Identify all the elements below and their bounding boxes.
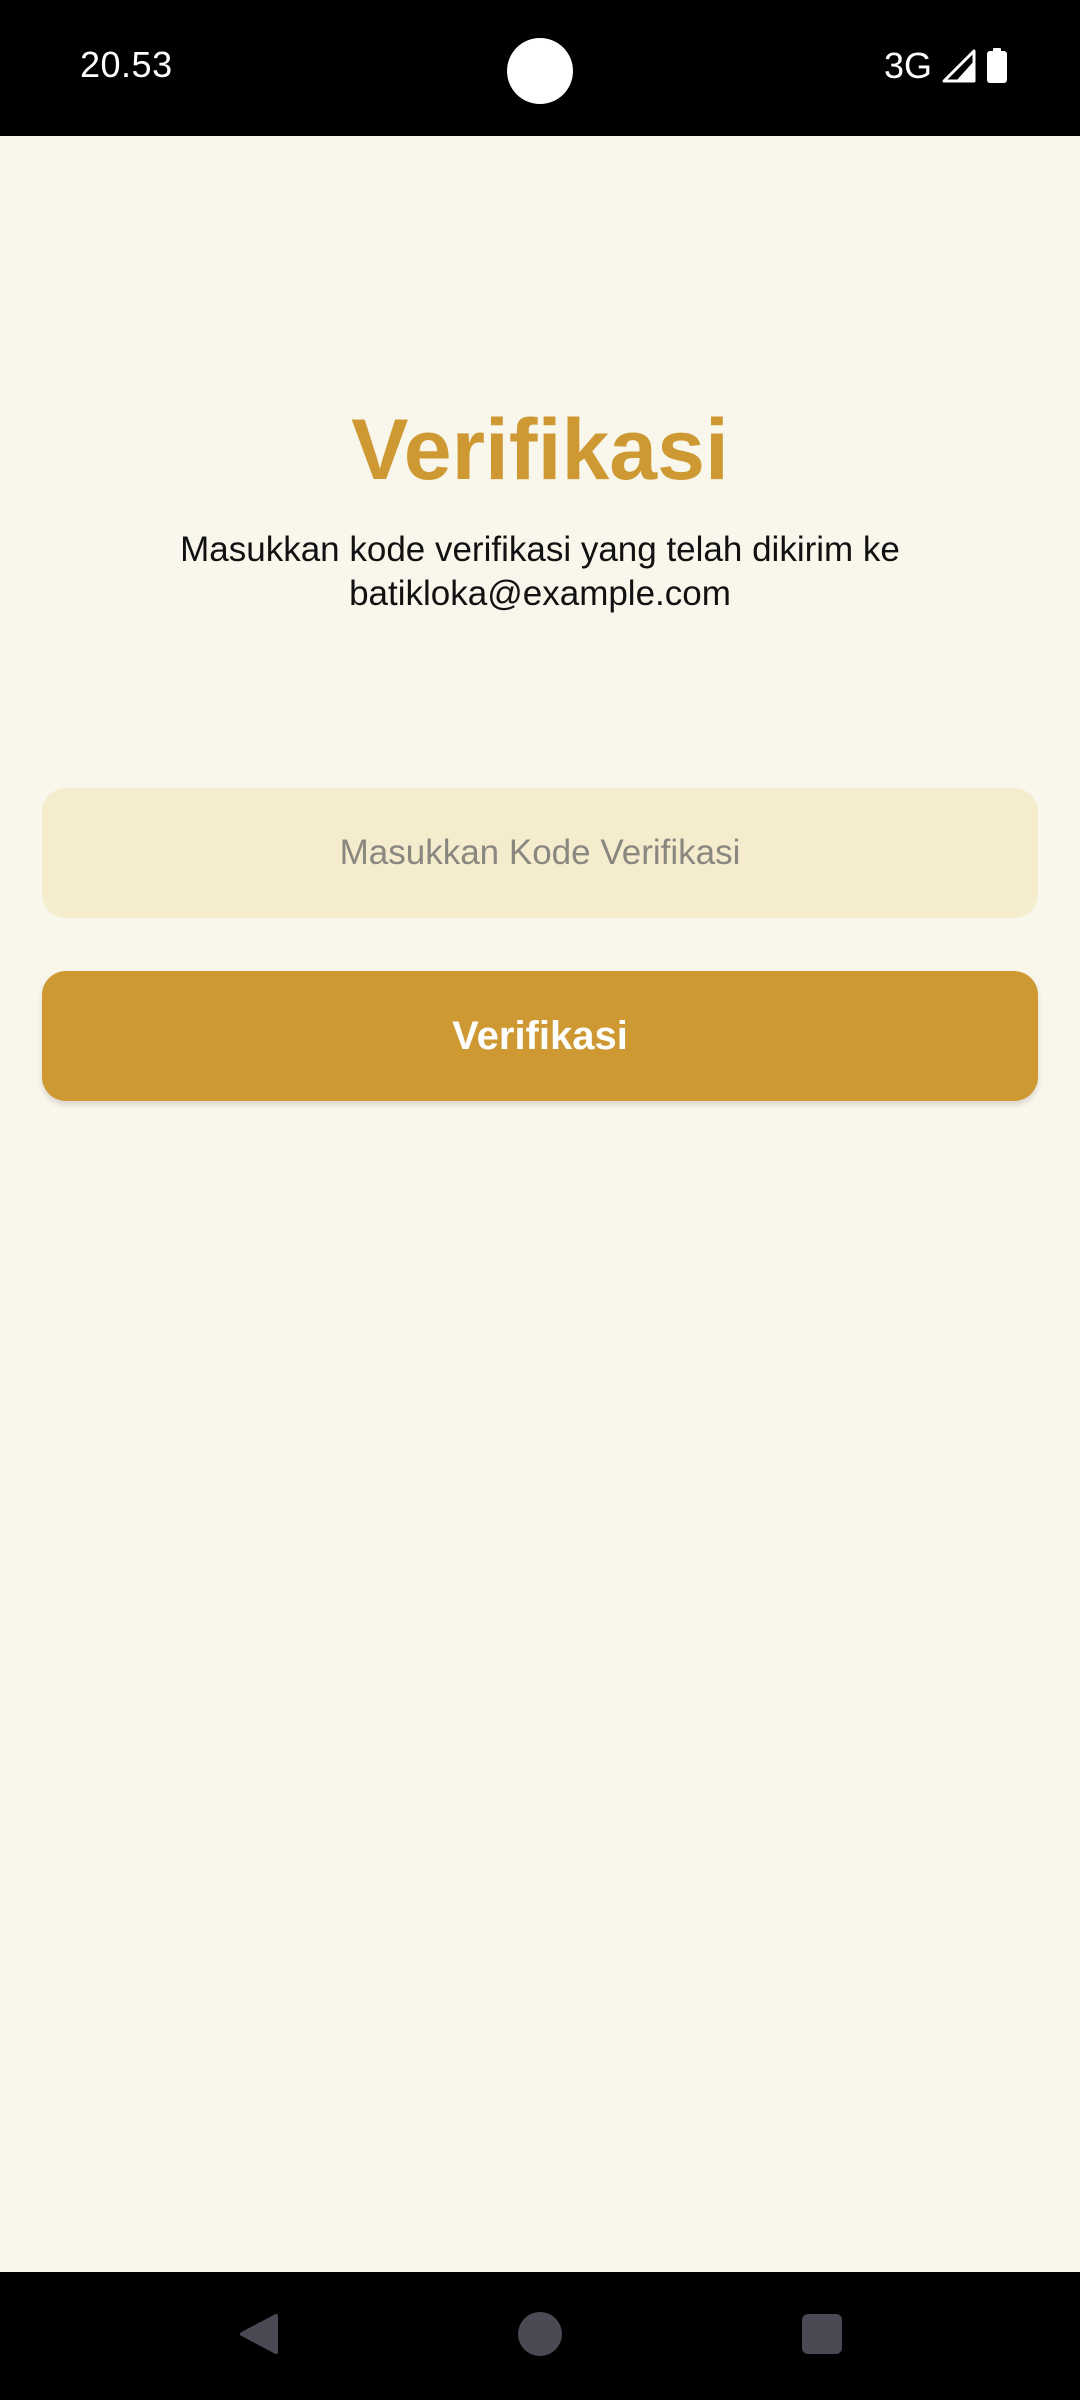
page-title: Verifikasi bbox=[351, 402, 729, 498]
battery-icon bbox=[986, 48, 1008, 84]
verification-code-input[interactable] bbox=[42, 788, 1038, 918]
recipient-email: batikloka@example.com bbox=[349, 574, 731, 613]
verification-screen: Verifikasi Masukkan kode verifikasi yang… bbox=[0, 136, 1080, 2272]
navigation-bar bbox=[0, 2272, 1080, 2400]
status-time: 20.53 bbox=[80, 44, 173, 85]
status-icons: 3G bbox=[884, 44, 1008, 88]
verification-instructions: Masukkan kode verifikasi yang telah diki… bbox=[120, 528, 960, 616]
recents-icon bbox=[801, 2313, 843, 2360]
camera-cutout bbox=[507, 38, 573, 104]
instructions-line: Masukkan kode verifikasi yang telah diki… bbox=[180, 530, 900, 569]
device-frame: 20.53 3G Verifikasi Masukkan kode verifi… bbox=[0, 0, 1080, 2400]
verify-button[interactable]: Verifikasi bbox=[42, 971, 1038, 1101]
back-button[interactable] bbox=[226, 2304, 290, 2368]
home-icon bbox=[517, 2311, 563, 2362]
back-icon bbox=[236, 2312, 280, 2361]
network-type: 3G bbox=[883, 45, 932, 86]
recents-button[interactable] bbox=[790, 2304, 854, 2368]
status-bar: 20.53 3G bbox=[0, 0, 1080, 136]
home-button[interactable] bbox=[508, 2304, 572, 2368]
signal-icon bbox=[942, 49, 976, 83]
